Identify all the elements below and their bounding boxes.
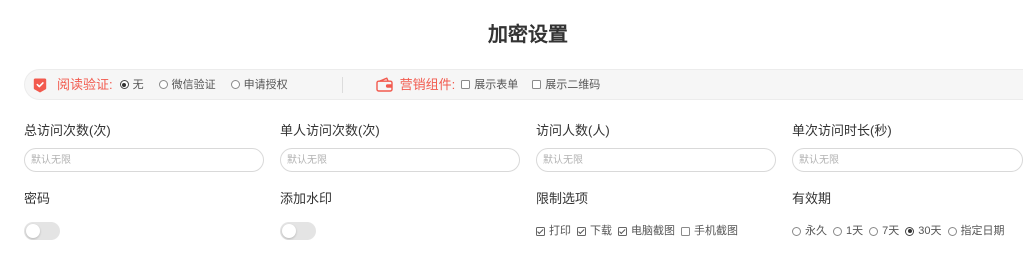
visitor-count-input[interactable]	[536, 148, 776, 172]
option-label: 申请授权	[243, 78, 288, 91]
option-label: 30天	[918, 225, 942, 237]
watermark-label: 添加水印	[280, 191, 333, 206]
session-duration-input[interactable]	[792, 148, 1023, 172]
validity-field: 有效期 永久 1天 7天 30天 指定日期	[792, 190, 1023, 240]
checkbox-mark[interactable]	[461, 80, 471, 89]
per-user-visits-input[interactable]	[280, 148, 520, 172]
per-user-visits-label: 单人访问次数(次)	[280, 123, 380, 138]
session-duration-label: 单次访问时长(秒)	[792, 123, 892, 138]
radio-mark[interactable]	[158, 80, 168, 89]
password-controls	[24, 222, 280, 240]
session-duration-field: 单次访问时长(秒)	[792, 122, 1023, 172]
toggle-knob	[282, 224, 296, 238]
restrict-mobile-screenshot-checkbox[interactable]: 手机截图	[681, 222, 738, 240]
checkbox-mark[interactable]	[618, 226, 627, 236]
checkbox-mark[interactable]	[536, 226, 545, 236]
toggle-knob	[26, 224, 40, 238]
limits-row: 总访问次数(次) 单人访问次数(次) 访问人数(人) 单次访问时长(秒)	[24, 122, 1023, 172]
restrictions-field: 限制选项 打印 下载 电脑截图 手机截图	[536, 190, 792, 240]
marketing-checkbox-group: 展示表单 展示二维码	[461, 76, 600, 94]
restrict-print-checkbox[interactable]: 打印	[536, 222, 571, 240]
radio-mark[interactable]	[947, 226, 957, 236]
marketing-label: 营销组件:	[399, 76, 456, 92]
validity-radio-group: 永久 1天 7天 30天 指定日期	[792, 222, 1023, 240]
options-bar: 阅读验证: 无 微信验证 申请授权 营销组件: 展示表单 展示二维码	[24, 69, 1023, 100]
checkbox-mark[interactable]	[532, 80, 542, 89]
option-label: 打印	[549, 225, 571, 237]
read-verify-label: 阅读验证:	[57, 76, 113, 92]
restrictions-label: 限制选项	[536, 191, 589, 206]
watermark-toggle[interactable]	[280, 222, 316, 240]
checkbox-mark[interactable]	[577, 226, 586, 236]
validity-permanent-radio[interactable]: 永久	[792, 222, 827, 240]
security-row: 密码 添加水印 限制选项 打印 下载 电脑截图 手机截图 有效期 永久 1天 7…	[24, 190, 1023, 240]
watermark-field: 添加水印	[280, 190, 536, 240]
encryption-settings-panel: 加密设置 阅读验证: 无 微信验证 申请授权 营销组件: 展示表单 展示二维码 …	[0, 0, 1024, 255]
total-visits-input[interactable]	[24, 148, 264, 172]
show-form-checkbox[interactable]: 展示表单	[461, 76, 518, 94]
read-verify-wechat-radio[interactable]: 微信验证	[158, 76, 216, 94]
watermark-controls	[280, 222, 536, 240]
validity-label: 有效期	[792, 191, 832, 206]
option-label: 无	[132, 78, 144, 91]
restrict-pc-screenshot-checkbox[interactable]: 电脑截图	[618, 222, 675, 240]
validity-7-days-radio[interactable]: 7天	[869, 222, 899, 240]
radio-mark[interactable]	[230, 80, 240, 89]
option-label: 7天	[882, 225, 900, 237]
read-verify-apply-auth-radio[interactable]: 申请授权	[230, 76, 288, 94]
read-verify-radio-group: 无 微信验证 申请授权	[119, 76, 288, 94]
option-label: 指定日期	[960, 225, 1005, 237]
option-label: 展示表单	[474, 78, 519, 91]
radio-mark[interactable]	[905, 226, 915, 236]
radio-mark[interactable]	[792, 226, 801, 236]
option-label: 下载	[590, 225, 612, 237]
password-label: 密码	[24, 191, 51, 206]
radio-mark[interactable]	[833, 226, 842, 236]
validity-30-days-radio[interactable]: 30天	[905, 222, 942, 240]
checkbox-mark[interactable]	[681, 226, 690, 236]
password-field: 密码	[24, 190, 280, 240]
restrict-download-checkbox[interactable]: 下载	[577, 222, 612, 240]
validity-1-day-radio[interactable]: 1天	[833, 222, 863, 240]
option-label: 微信验证	[171, 78, 216, 91]
option-label: 电脑截图	[631, 225, 675, 237]
validity-custom-date-radio[interactable]: 指定日期	[947, 222, 1005, 240]
radio-mark[interactable]	[119, 80, 129, 89]
restrictions-checkbox-group: 打印 下载 电脑截图 手机截图	[536, 222, 792, 240]
verify-badge-icon	[33, 78, 47, 92]
bar-divider	[341, 76, 343, 93]
radio-mark[interactable]	[869, 226, 879, 236]
option-label: 手机截图	[694, 225, 738, 237]
per-user-visits-field: 单人访问次数(次)	[280, 122, 536, 172]
option-label: 展示二维码	[545, 78, 601, 91]
total-visits-field: 总访问次数(次)	[24, 122, 280, 172]
wallet-icon	[375, 77, 393, 92]
total-visits-label: 总访问次数(次)	[24, 123, 111, 138]
option-label: 1天	[846, 225, 864, 237]
visitor-count-field: 访问人数(人)	[536, 122, 792, 172]
visitor-count-label: 访问人数(人)	[536, 123, 610, 138]
page-title: 加密设置	[488, 24, 568, 46]
read-verify-none-radio[interactable]: 无	[119, 76, 144, 94]
option-label: 永久	[805, 225, 827, 237]
password-toggle[interactable]	[24, 222, 60, 240]
show-qrcode-checkbox[interactable]: 展示二维码	[532, 76, 600, 94]
